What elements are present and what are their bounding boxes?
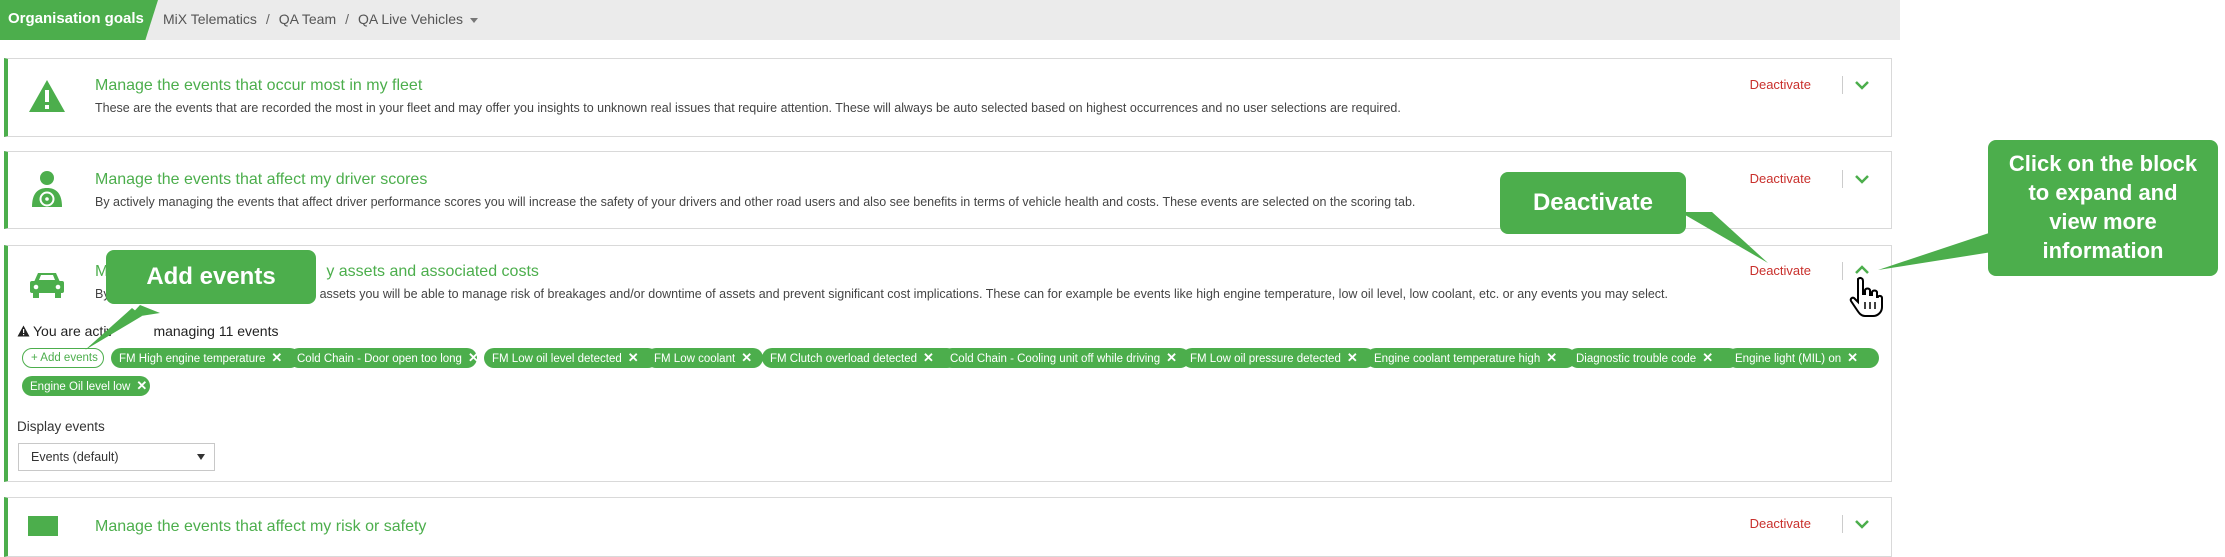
driver-icon bbox=[32, 171, 62, 207]
expand-callout-line: view more bbox=[2049, 209, 2157, 234]
event-tag-label: Engine coolant temperature high bbox=[1374, 353, 1541, 365]
card-title: Manage the events that affect my driver … bbox=[95, 171, 428, 188]
event-tag-label: Engine Oil level low bbox=[30, 381, 131, 393]
chevron-down-icon[interactable] bbox=[470, 17, 479, 23]
remove-tag-icon[interactable]: ✕ bbox=[136, 378, 147, 393]
card-description: By assets you will be able to manage risk… bbox=[95, 287, 1668, 301]
deactivate-button[interactable]: Deactivate bbox=[1750, 77, 1811, 92]
remove-tag-icon[interactable]: ✕ bbox=[1347, 350, 1358, 365]
hand-cursor-icon bbox=[1849, 276, 1883, 317]
display-events-value: Events (default) bbox=[31, 450, 119, 464]
active-events-summary: You are activ managing 11 events bbox=[17, 323, 279, 339]
event-tag[interactable]: FM Low oil pressure detected ✕ bbox=[1182, 348, 1375, 368]
goal-icon bbox=[28, 516, 58, 536]
add-events-callout-text: Add events bbox=[146, 263, 276, 290]
active-events-text-end: managing 11 events bbox=[153, 323, 279, 339]
chevron-down-icon[interactable] bbox=[1853, 515, 1871, 533]
event-tag-label: Diagnostic trouble code bbox=[1576, 353, 1697, 365]
event-tag-label: Cold Chain - Door open too long bbox=[297, 353, 462, 365]
card-description-end: assets you will be able to manage risk o… bbox=[319, 287, 1668, 301]
event-tag[interactable]: Diagnostic trouble code ✕ bbox=[1568, 348, 1739, 368]
goal-card-risk-safety[interactable]: Manage the events that affect my risk or… bbox=[4, 497, 1892, 557]
divider bbox=[1842, 170, 1843, 188]
event-tag[interactable]: Engine light (MIL) on ✕ bbox=[1727, 348, 1879, 368]
add-events-button[interactable]: + Add events bbox=[22, 348, 104, 368]
breadcrumb-item[interactable]: QA Live Vehicles bbox=[358, 11, 463, 27]
event-tag[interactable]: Engine Oil level low ✕ bbox=[22, 376, 150, 396]
breadcrumb: MiX Telematics / QA Team / QA Live Vehicles bbox=[163, 11, 479, 27]
dropdown-arrow-icon bbox=[197, 454, 205, 460]
chevron-down-icon[interactable] bbox=[1853, 76, 1871, 94]
remove-tag-icon[interactable]: ✕ bbox=[1847, 350, 1858, 365]
deactivate-button[interactable]: Deactivate bbox=[1750, 263, 1811, 278]
card-title: Manage the events that affect my risk or… bbox=[95, 518, 427, 535]
organisation-goals-tab[interactable]: Organisation goals bbox=[0, 0, 158, 40]
event-tag[interactable]: FM Clutch overload detected ✕ bbox=[762, 348, 957, 368]
expand-callout: Click on the block to expand and view mo… bbox=[1988, 140, 2218, 276]
card-title-end: y assets and associated costs bbox=[326, 263, 539, 280]
add-events-callout: Add events bbox=[106, 250, 316, 304]
divider bbox=[1842, 515, 1843, 533]
remove-tag-icon[interactable]: ✕ bbox=[741, 350, 752, 365]
event-tag-label: FM High engine temperature bbox=[119, 353, 266, 365]
divider bbox=[1842, 262, 1843, 280]
event-tag-label: FM Low oil level detected bbox=[492, 353, 622, 365]
divider bbox=[1842, 76, 1843, 94]
event-tag[interactable]: Engine coolant temperature high ✕ bbox=[1366, 348, 1576, 368]
car-icon bbox=[30, 273, 64, 298]
expand-callout-line: Click on the block bbox=[2008, 151, 2198, 176]
event-tag[interactable]: FM High engine temperature ✕ bbox=[111, 348, 300, 368]
remove-tag-icon[interactable]: ✕ bbox=[628, 350, 639, 365]
deactivate-button[interactable]: Deactivate bbox=[1750, 516, 1811, 531]
remove-tag-icon[interactable]: ✕ bbox=[1546, 350, 1557, 365]
active-events-text-start: You are activ bbox=[33, 323, 114, 339]
chevron-down-icon[interactable] bbox=[1853, 170, 1871, 188]
expand-callout-line: information bbox=[2042, 238, 2164, 263]
event-tag[interactable]: Cold Chain - Door open too long ✕ bbox=[289, 348, 479, 368]
remove-tag-icon[interactable]: ✕ bbox=[271, 350, 282, 365]
goal-card-most-occurring[interactable]: Manage the events that occur most in my … bbox=[4, 58, 1892, 137]
event-tag-label: Engine light (MIL) on bbox=[1735, 353, 1842, 365]
card-description: By actively managing the events that aff… bbox=[95, 195, 1416, 209]
deactivate-callout: Deactivate bbox=[1500, 172, 1686, 234]
remove-tag-icon[interactable]: ✕ bbox=[923, 350, 934, 365]
top-bar: Organisation goals MiX Telematics / QA Tea… bbox=[0, 0, 1900, 40]
event-tag-label: FM Low oil pressure detected bbox=[1190, 353, 1341, 365]
card-title: Manage the events that occur most in my … bbox=[95, 77, 423, 94]
event-tag-label: FM Low coolant bbox=[654, 353, 736, 365]
event-tag[interactable]: Cold Chain - Cooling unit off while driv… bbox=[942, 348, 1190, 368]
organisation-goals-label: Organisation goals bbox=[8, 10, 144, 27]
warning-icon bbox=[17, 325, 30, 337]
deactivate-callout-text: Deactivate bbox=[1532, 189, 1654, 216]
event-tag-label: FM Clutch overload detected bbox=[770, 353, 918, 365]
remove-tag-icon[interactable]: ✕ bbox=[468, 350, 479, 365]
display-events-select[interactable]: Events (default) bbox=[18, 443, 215, 471]
breadcrumb-item[interactable]: QA Team bbox=[279, 11, 336, 27]
event-tag[interactable]: FM Low coolant ✕ bbox=[646, 348, 763, 368]
warning-triangle-icon bbox=[29, 80, 65, 112]
event-tag[interactable]: FM Low oil level detected ✕ bbox=[484, 348, 658, 368]
breadcrumb-item[interactable]: MiX Telematics bbox=[163, 11, 257, 27]
event-tag-label: Cold Chain - Cooling unit off while driv… bbox=[950, 353, 1161, 365]
remove-tag-icon[interactable]: ✕ bbox=[1702, 350, 1713, 365]
display-events-label: Display events bbox=[17, 419, 105, 434]
deactivate-button[interactable]: Deactivate bbox=[1750, 171, 1811, 186]
card-description: These are the events that are recorded t… bbox=[95, 101, 1401, 115]
expand-callout-line: to expand and bbox=[2028, 180, 2178, 205]
remove-tag-icon[interactable]: ✕ bbox=[1166, 350, 1177, 365]
